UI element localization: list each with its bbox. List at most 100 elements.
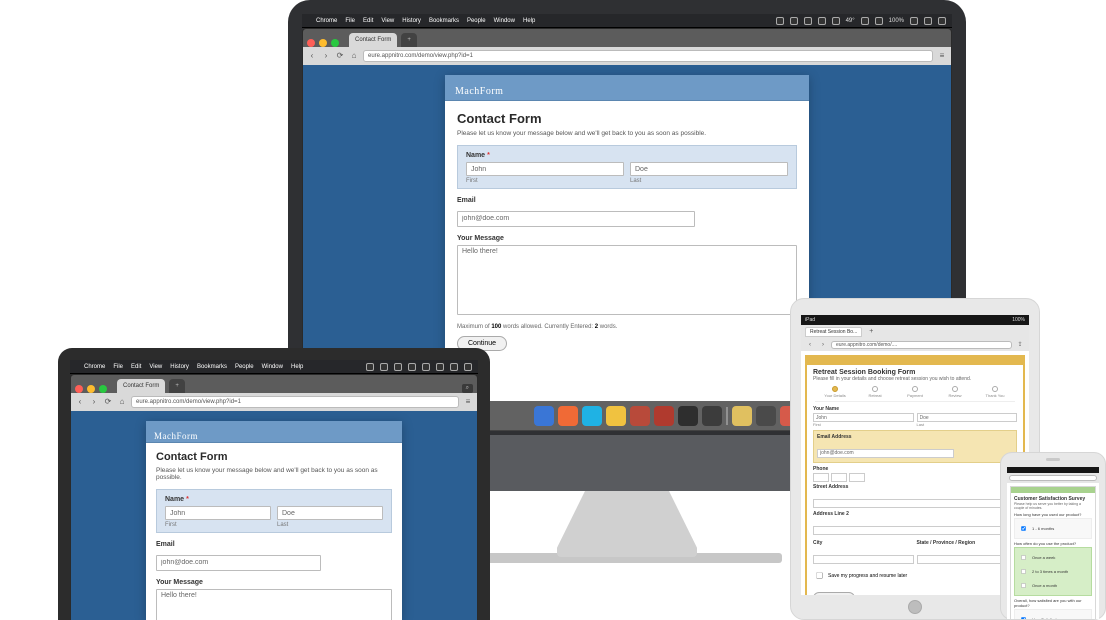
reload-button-icon[interactable]: ⟳ (335, 51, 345, 61)
dock-app-icon[interactable] (606, 406, 626, 426)
menubar-window[interactable]: Window (494, 18, 515, 24)
message-input[interactable] (156, 589, 392, 620)
menubar-help[interactable]: Help (291, 364, 303, 370)
dock-app-icon[interactable] (654, 406, 674, 426)
menubar-indicator-icon[interactable] (380, 363, 388, 371)
wifi-icon[interactable] (436, 363, 444, 371)
zoom-window-button[interactable] (99, 385, 107, 393)
close-window-button[interactable] (75, 385, 83, 393)
menubar-people[interactable]: People (235, 364, 254, 370)
menubar-indicator-icon[interactable] (394, 363, 402, 371)
tab-search-button[interactable]: ⌕ (462, 384, 473, 393)
new-tab-button[interactable]: + (866, 327, 876, 337)
menubar-indicator-icon[interactable] (422, 363, 430, 371)
browser-tab-active[interactable]: Contact Form (117, 379, 165, 393)
zoom-window-button[interactable] (331, 39, 339, 47)
phone-part-input[interactable] (849, 473, 865, 482)
menubar-view[interactable]: View (149, 364, 162, 370)
menubar-view[interactable]: View (381, 18, 394, 24)
menubar-edit[interactable]: Edit (131, 364, 141, 370)
radio-option[interactable]: Once a month (1017, 579, 1089, 592)
battery-icon[interactable] (910, 17, 918, 25)
new-tab-button[interactable]: + (169, 379, 185, 393)
menubar-bookmarks[interactable]: Bookmarks (429, 18, 459, 24)
menubar-app[interactable]: Chrome (84, 364, 105, 370)
street-input[interactable] (813, 499, 1017, 508)
back-button-icon[interactable]: ‹ (805, 340, 815, 350)
bluetooth-icon[interactable] (832, 17, 840, 25)
dock-app-icon[interactable] (558, 406, 578, 426)
menubar-history[interactable]: History (402, 18, 421, 24)
back-button-icon[interactable]: ‹ (75, 397, 85, 407)
menubar-people[interactable]: People (467, 18, 486, 24)
temperature-readout[interactable]: 49° (846, 18, 855, 24)
menubar-indicator-icon[interactable] (366, 363, 374, 371)
menubar-bookmarks[interactable]: Bookmarks (197, 364, 227, 370)
spotlight-icon[interactable] (464, 363, 472, 371)
last-name-input[interactable] (277, 506, 383, 520)
address-bar[interactable]: eure.appnitro.com/demo/.... (831, 341, 1012, 349)
last-name-input[interactable] (630, 162, 788, 176)
dock-app-icon[interactable] (582, 406, 602, 426)
dock-app-icon[interactable] (732, 406, 752, 426)
menubar-file[interactable]: File (113, 364, 123, 370)
step-dot[interactable] (992, 386, 998, 392)
airport-icon[interactable] (861, 17, 869, 25)
minimize-window-button[interactable] (319, 39, 327, 47)
menu-button-icon[interactable]: ≡ (463, 397, 473, 407)
phone-part-input[interactable] (831, 473, 847, 482)
new-tab-button[interactable]: + (401, 33, 417, 47)
step-dot[interactable] (872, 386, 878, 392)
city-input[interactable] (813, 555, 914, 564)
first-name-input[interactable] (813, 413, 914, 422)
back-button-icon[interactable]: ‹ (307, 51, 317, 61)
radio-option[interactable]: 1 - 6 months (1017, 522, 1089, 535)
step-dot-active[interactable] (832, 386, 838, 392)
menubar-indicator-icon[interactable] (408, 363, 416, 371)
menubar-file[interactable]: File (345, 18, 355, 24)
home-button-icon[interactable]: ⌂ (349, 51, 359, 61)
continue-button[interactable]: Continue (813, 592, 855, 595)
address-bar[interactable]: eure.appnitro.com/demo/view.php?id=1 (131, 396, 459, 408)
notification-center-icon[interactable] (938, 17, 946, 25)
save-progress-row[interactable]: Save my progress and resume later (813, 569, 1017, 582)
browser-tab-active[interactable]: Contact Form (349, 33, 397, 47)
home-button-icon[interactable]: ⌂ (117, 397, 127, 407)
menubar-indicator-icon[interactable] (776, 17, 784, 25)
battery-icon[interactable] (450, 363, 458, 371)
menu-button-icon[interactable]: ≡ (937, 51, 947, 61)
close-window-button[interactable] (307, 39, 315, 47)
menubar-window[interactable]: Window (262, 364, 283, 370)
dock-app-icon[interactable] (678, 406, 698, 426)
dock-app-icon[interactable] (630, 406, 650, 426)
phone-part-input[interactable] (813, 473, 829, 482)
radio-option[interactable]: Very Satisfied (1017, 613, 1089, 619)
first-name-input[interactable] (165, 506, 271, 520)
address-bar[interactable] (1009, 475, 1097, 481)
dock-app-icon[interactable] (702, 406, 722, 426)
home-button[interactable] (908, 600, 922, 614)
wifi-icon[interactable] (875, 17, 883, 25)
share-button-icon[interactable]: ⇪ (1015, 340, 1025, 350)
menubar-indicator-icon[interactable] (818, 17, 826, 25)
forward-button-icon[interactable]: › (89, 397, 99, 407)
menubar-history[interactable]: History (170, 364, 189, 370)
email-input[interactable] (156, 555, 321, 571)
forward-button-icon[interactable]: › (818, 340, 828, 350)
menubar-edit[interactable]: Edit (363, 18, 373, 24)
first-name-input[interactable] (466, 162, 624, 176)
addr2-input[interactable] (813, 526, 1017, 535)
email-input[interactable] (817, 449, 954, 458)
menubar-help[interactable]: Help (523, 18, 535, 24)
last-name-input[interactable] (917, 413, 1018, 422)
step-dot[interactable] (912, 386, 918, 392)
save-progress-checkbox[interactable] (816, 572, 823, 579)
forward-button-icon[interactable]: › (321, 51, 331, 61)
menubar-app[interactable]: Chrome (316, 18, 337, 24)
radio-option[interactable]: Once a week (1017, 551, 1089, 564)
minimize-window-button[interactable] (87, 385, 95, 393)
email-input[interactable] (457, 211, 695, 227)
spotlight-icon[interactable] (924, 17, 932, 25)
dock-app-icon[interactable] (756, 406, 776, 426)
dropbox-icon[interactable] (804, 17, 812, 25)
